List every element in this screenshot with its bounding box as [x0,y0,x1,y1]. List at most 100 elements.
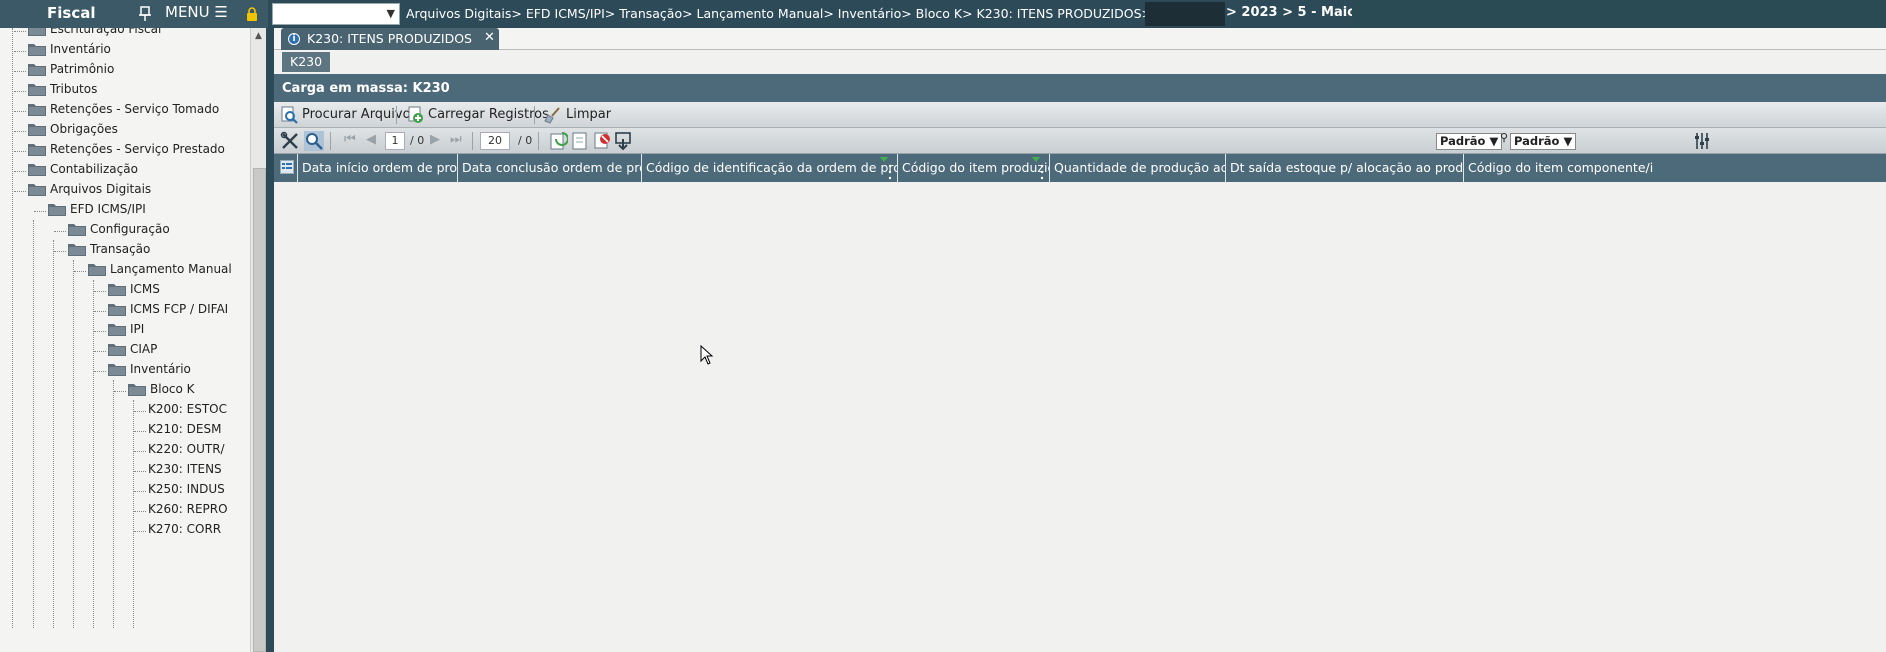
browse-file-label: Procurar Arquivo [302,107,411,122]
lock-icon[interactable] [246,7,258,21]
sidebar-item-label: ICMS FCP / DIFAI [130,302,229,316]
column-header[interactable]: Data início ordem de produção [298,154,458,182]
folder-icon [28,164,46,176]
grid-menu-cell[interactable] [274,154,298,182]
tree-guide-line [133,400,134,628]
menu-button[interactable]: MENU ☰ [165,3,228,21]
filter-icon[interactable] [1030,156,1046,180]
filter-icon[interactable] [878,156,894,180]
folder-icon [88,264,106,276]
tree-guide-line [134,511,146,512]
sidebar-item-label: Inventário [130,362,191,376]
export-icon[interactable] [570,131,590,151]
page-size-input[interactable]: 20 [480,132,510,150]
tab-k230[interactable]: i K230: ITENS PRODUZIDOS ✕ [281,28,499,50]
tree-guide-line [134,411,146,412]
grid-body[interactable] [274,182,1886,652]
scroll-thumb[interactable] [253,168,266,652]
top-bar-fill [1352,0,1886,28]
sidebar-item-label: K230: ITENS [148,462,222,476]
mouse-cursor-icon [700,345,714,365]
pin-icon[interactable] [138,6,152,22]
column-header-label: Código do item produzido [902,160,1050,175]
tree-guide-line [14,151,26,152]
tree-guide-line [14,111,26,112]
tree-guide-line [134,451,146,452]
load-records-button[interactable]: Carregar Registros [406,106,549,126]
column-header[interactable]: Quantidade de produção acabada [1050,154,1226,182]
sidebar-splitter[interactable] [266,28,274,652]
tree-guide-line [113,380,114,628]
column-settings-icon[interactable] [1692,131,1712,151]
tree-guide-line [12,28,13,628]
tree-guide-line [134,491,146,492]
download-icon[interactable] [614,131,634,151]
subtab-k230[interactable]: K230 [282,52,331,72]
column-header[interactable]: Código de identificação da ordem de prod… [642,154,898,182]
menu-label: MENU [165,3,210,21]
grid-menu-icon[interactable] [280,160,294,174]
module-title: Fiscal [47,4,96,22]
search-icon[interactable] [304,131,324,151]
column-header-label: Código do item componente/i [1468,160,1654,175]
folder-icon [28,184,46,196]
first-page-icon[interactable]: ⏮ [344,132,356,147]
folder-icon [28,84,46,96]
sidebar-item-label: Transação [90,242,151,256]
column-header[interactable]: Código do item produzido [898,154,1050,182]
column-header[interactable]: Código do item componente/i [1464,154,1886,182]
folder-icon [28,144,46,156]
scroll-up-icon[interactable]: ▲ [255,31,262,41]
breadcrumb[interactable]: Arquivos Digitais> EFD ICMS/IPI> Transaç… [406,6,1152,21]
tree-guide-line [14,71,26,72]
tree-guide-line [94,351,106,352]
sidebar-item-label: IPI [130,322,145,336]
folder-icon [108,284,126,296]
column-header-label: Dt saída estoque p/ alocação ao produto … [1230,160,1464,175]
sidebar-item-label: Inventário [50,42,111,56]
sidebar-item-label: Retenções - Serviço Tomado [50,102,220,116]
period-label[interactable]: > 2023 > 5 - Maio [1226,5,1356,20]
clear-button[interactable]: Limpar [544,106,614,126]
column-header-label: Quantidade de produção acabada [1054,160,1225,175]
column-header-label: Data conclusão ordem de produção [462,160,641,175]
folder-icon [128,384,146,396]
sidebar-item-label: Tributos [50,82,98,96]
tree-guide-line [73,260,74,628]
page-input[interactable]: 1 [385,132,405,150]
folder-icon [28,104,46,116]
prev-page-icon[interactable]: ◀ [366,132,376,147]
sidebar-item-label: K200: ESTOC [148,402,227,416]
folder-icon [108,324,126,336]
sidebar-item-label: K250: INDUS [148,482,225,496]
folder-icon [48,204,66,216]
folder-icon [108,344,126,356]
tree-guide-line [93,280,94,628]
browse-file-button[interactable]: Procurar Arquivo [280,106,411,126]
refresh-icon[interactable] [548,131,568,151]
layout-select-2[interactable]: Padrão ▼ [1510,133,1577,150]
action-bar: Procurar Arquivo Carregar Registros Limp… [274,102,1886,128]
next-page-icon[interactable]: ▶ [430,132,440,147]
column-header[interactable]: Data conclusão ordem de produção [458,154,642,182]
column-header-label: Data início ordem de produção [302,160,458,175]
layout-select-1[interactable]: Padrão ▼ [1436,133,1503,150]
sidebar-item-label: K210: DESM [148,422,222,436]
folder-icon [28,28,46,36]
close-icon[interactable]: ✕ [484,30,495,45]
column-header[interactable]: Dt saída estoque p/ alocação ao produto … [1226,154,1464,182]
sidebar-item-label: K220: OUTR/ [148,442,225,456]
tools-icon[interactable] [280,131,300,151]
tab-bar: i K230: ITENS PRODUZIDOS ✕ [274,28,1886,50]
tree-guide-line [14,91,26,92]
chevron-down-icon: ▼ [386,7,395,20]
tree-guide-line [94,371,106,372]
tree-guide-line [14,131,26,132]
context-select[interactable]: ▼ [272,3,400,25]
last-page-icon[interactable]: ⏭ [450,132,462,147]
clear-label: Limpar [566,107,612,122]
delete-document-icon[interactable] [592,131,612,151]
tree-guide-line [14,51,26,52]
load-records-label: Carregar Registros [428,107,549,122]
divider [472,132,473,150]
